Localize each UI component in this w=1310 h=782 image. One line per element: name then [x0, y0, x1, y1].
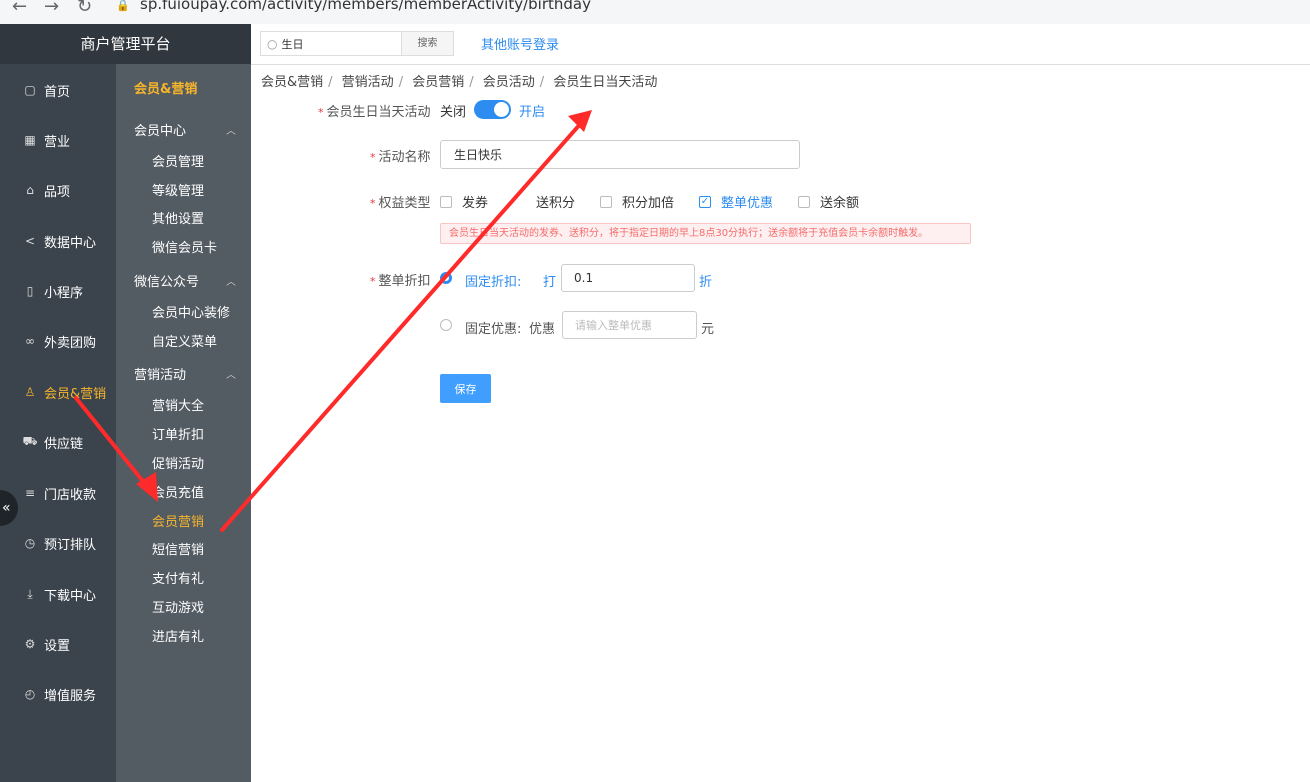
toggle-on-label: 开启	[519, 105, 546, 120]
toggle-off-label: 关闭	[440, 105, 467, 120]
breadcrumb-item[interactable]: 会员活动	[483, 75, 535, 90]
browser-address-bar: ← → ↻ 🔒 sp.fuioupay.com/activity/members…	[0, 0, 1310, 24]
discount-suffix: 折	[699, 275, 713, 290]
submenu-item-pay-gift[interactable]: 支付有礼	[152, 568, 204, 587]
submenu-item-center-decor[interactable]: 会员中心装修	[152, 302, 230, 321]
search-input[interactable]	[281, 37, 390, 50]
search-box: ○	[260, 31, 402, 56]
reload-icon[interactable]: ↻	[77, 0, 92, 16]
submenu-item-recharge[interactable]: 会员充值	[152, 482, 204, 501]
amount-value-input[interactable]	[562, 311, 697, 339]
radio-fixed-amount[interactable]	[440, 319, 452, 331]
lock-icon: 🔒	[116, 0, 130, 12]
nav-item-reservation[interactable]: ◷ 预订排队	[0, 528, 116, 558]
search-button[interactable]: 搜索	[401, 31, 454, 56]
submenu-item-order-discount[interactable]: 订单折扣	[152, 424, 204, 443]
nav-item-takeout[interactable]: ∞ 外卖团购	[0, 326, 116, 356]
bike-icon: ∞	[25, 334, 35, 348]
submenu-item-marketing-all[interactable]: 营销大全	[152, 395, 204, 414]
url-text[interactable]: sp.fuioupay.com/activity/members/memberA…	[140, 0, 591, 13]
checkbox-double-points[interactable]: 积分加倍	[600, 192, 674, 211]
checkbox-order-discount[interactable]: ✓ 整单优惠	[699, 192, 773, 211]
submenu-title: 会员&营销	[134, 82, 198, 97]
breadcrumb-item[interactable]: 营销活动	[342, 75, 394, 90]
double-chevron-left-icon: «	[2, 500, 11, 516]
share-icon: <	[24, 234, 36, 248]
submenu-group-marketing[interactable]: 营销活动 ︿	[134, 364, 246, 383]
check-icon: ✓	[699, 195, 711, 208]
amount-prefix: 优惠	[529, 322, 556, 337]
chevron-up-icon: ︿	[226, 370, 236, 381]
top-header: ○ 搜索 其他账号登录	[251, 24, 1310, 65]
chevron-up-icon: ︿	[226, 126, 236, 137]
submenu-item-other-settings[interactable]: 其他设置	[152, 208, 204, 227]
benefit-tip-message: 会员生日当天活动的发券、送积分，将于指定日期的早上8点30分执行；送余额将于充值…	[440, 223, 971, 244]
fixed-amount-label: 固定优惠:	[465, 322, 522, 337]
user-icon: ♙	[24, 385, 36, 399]
annotation-arrow-line	[220, 120, 584, 532]
nav-item-supply-chain[interactable]: ⛟ 供应链	[0, 427, 116, 457]
checkbox-coupon[interactable]: 发券	[440, 192, 488, 211]
database-icon: ≡	[24, 486, 36, 500]
home-icon: ▢	[24, 83, 36, 97]
form-label-order-discount: * 整单折扣	[370, 274, 431, 289]
nav-item-download-center[interactable]: ⤓ 下载中心	[0, 579, 116, 609]
download-icon: ⤓	[27, 586, 33, 601]
phone-icon: ▯	[26, 284, 34, 298]
submenu-item-member-manage[interactable]: 会员管理	[152, 151, 204, 170]
calendar-icon: ▦	[24, 133, 36, 147]
bag-icon: ⌂	[26, 183, 34, 197]
clock-icon: ◷	[24, 536, 36, 550]
submenu-item-member-marketing[interactable]: 会员营销	[152, 511, 204, 530]
truck-icon: ⛟	[22, 434, 38, 448]
checkbox-balance[interactable]: 送余额	[798, 192, 859, 211]
form-label-benefit-type: * 权益类型	[370, 196, 431, 211]
radio-fixed-discount[interactable]	[440, 272, 452, 284]
nav-item-value-added[interactable]: ◴ 增值服务	[0, 679, 116, 709]
checkbox-points[interactable]: 送积分	[514, 192, 575, 211]
brand-title: 商户管理平台	[0, 24, 251, 64]
forward-icon[interactable]: →	[44, 0, 59, 16]
nav-item-data-center[interactable]: < 数据中心	[0, 226, 116, 256]
submenu-group-member-center[interactable]: 会员中心 ︿	[134, 120, 246, 139]
nav-item-settings[interactable]: ⚙ 设置	[0, 629, 116, 659]
nav-item-member-marketing[interactable]: ♙ 会员&营销	[0, 377, 116, 407]
submenu-item-visit-gift[interactable]: 进店有礼	[152, 626, 204, 645]
nav-item-mini-program[interactable]: ▯ 小程序	[0, 276, 116, 306]
submenu-item-sms-marketing[interactable]: 短信营销	[152, 539, 204, 558]
nav-item-products[interactable]: ⌂ 品项	[0, 175, 116, 205]
amount-suffix: 元	[701, 322, 715, 337]
activity-name-input[interactable]	[440, 140, 800, 169]
submenu-item-promotion[interactable]: 促销活动	[152, 453, 204, 472]
breadcrumb-item[interactable]: 会员&营销	[261, 75, 323, 90]
alarm-icon: ◴	[24, 687, 36, 701]
breadcrumb-item[interactable]: 会员营销	[412, 75, 464, 90]
form-label-birthday-activity: * 会员生日当天活动	[318, 105, 431, 120]
breadcrumb-item-current: 会员生日当天活动	[553, 75, 658, 90]
activity-toggle-switch[interactable]	[474, 100, 511, 119]
breadcrumb: 会员&营销 / 营销活动 / 会员营销 / 会员活动 / 会员生日当天活动	[261, 75, 658, 90]
other-account-login-link[interactable]: 其他账号登录	[481, 34, 559, 53]
submenu-item-games[interactable]: 互动游戏	[152, 597, 204, 616]
submenu-item-custom-menu[interactable]: 自定义菜单	[152, 331, 217, 350]
gear-icon: ⚙	[24, 637, 36, 651]
back-icon[interactable]: ←	[12, 0, 27, 16]
search-icon: ○	[267, 36, 278, 51]
submenu-item-wechat-card[interactable]: 微信会员卡	[152, 237, 217, 256]
fixed-discount-label: 固定折扣:	[465, 275, 522, 290]
discount-prefix: 打	[543, 275, 557, 290]
submenu-item-level-manage[interactable]: 等级管理	[152, 180, 204, 199]
nav-item-business[interactable]: ▦ 营业	[0, 125, 116, 155]
submenu-group-wechat-official[interactable]: 微信公众号 ︿	[134, 271, 246, 290]
discount-value-input[interactable]	[561, 264, 695, 292]
save-button[interactable]: 保存	[440, 374, 491, 403]
sub-menu: 会员&营销 会员中心 ︿ 会员管理 等级管理 其他设置 微信会员卡 微信公众号 ︿ …	[116, 64, 251, 782]
chevron-up-icon: ︿	[226, 277, 236, 288]
nav-item-home[interactable]: ▢ 首页	[0, 75, 116, 105]
form-label-activity-name: * 活动名称	[370, 150, 431, 165]
annotation-arrowhead	[568, 110, 592, 132]
